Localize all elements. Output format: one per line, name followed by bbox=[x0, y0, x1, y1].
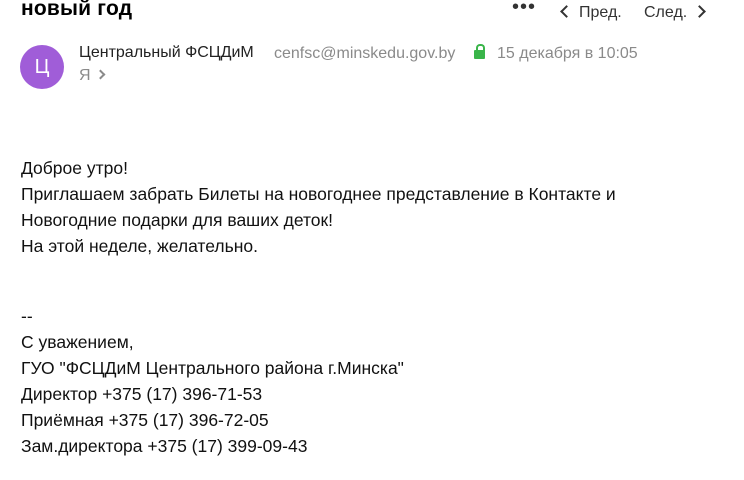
previous-email-button[interactable]: Пред. bbox=[560, 4, 622, 22]
chevron-left-icon bbox=[560, 5, 573, 19]
signature-line: С уважением, bbox=[21, 332, 134, 352]
sender-name[interactable]: Центральный ФСЦДиМ bbox=[79, 44, 254, 62]
email-subject: новый год bbox=[21, 0, 133, 20]
body-line: Новогодние подарки для ваших деток! bbox=[21, 210, 334, 230]
signature-line: ГУО "ФСЦДиМ Центрального района г.Минска… bbox=[21, 358, 404, 378]
next-email-button[interactable]: След. bbox=[644, 4, 707, 22]
chevron-right-icon bbox=[95, 69, 106, 80]
email-date: 15 декабря в 10:05 bbox=[497, 45, 638, 62]
more-options-button[interactable]: ••• bbox=[512, 0, 536, 19]
signature-line: Зам.директора +375 (17) 399-09-43 bbox=[21, 436, 308, 456]
chevron-right-icon bbox=[693, 5, 707, 19]
previous-label: Пред. bbox=[579, 4, 622, 21]
sender-avatar[interactable]: Ц bbox=[20, 45, 64, 89]
signature-line: Приёмная +375 (17) 396-72-05 bbox=[21, 410, 269, 430]
signature-separator: -- bbox=[21, 306, 33, 326]
body-line: Приглашаем забрать Билеты на новогоднее … bbox=[21, 184, 616, 204]
sender-email[interactable]: cenfsc@minskedu.gov.by bbox=[274, 45, 455, 63]
next-label: След. bbox=[644, 4, 688, 21]
recipient-toggle[interactable]: Я bbox=[79, 67, 106, 85]
recipient-label: Я bbox=[79, 67, 91, 84]
lock-icon bbox=[474, 44, 485, 59]
signature-line: Директор +375 (17) 396-71-53 bbox=[21, 384, 263, 404]
body-line: Доброе утро! bbox=[21, 158, 128, 178]
body-line: На этой неделе, желательно. bbox=[21, 236, 258, 256]
